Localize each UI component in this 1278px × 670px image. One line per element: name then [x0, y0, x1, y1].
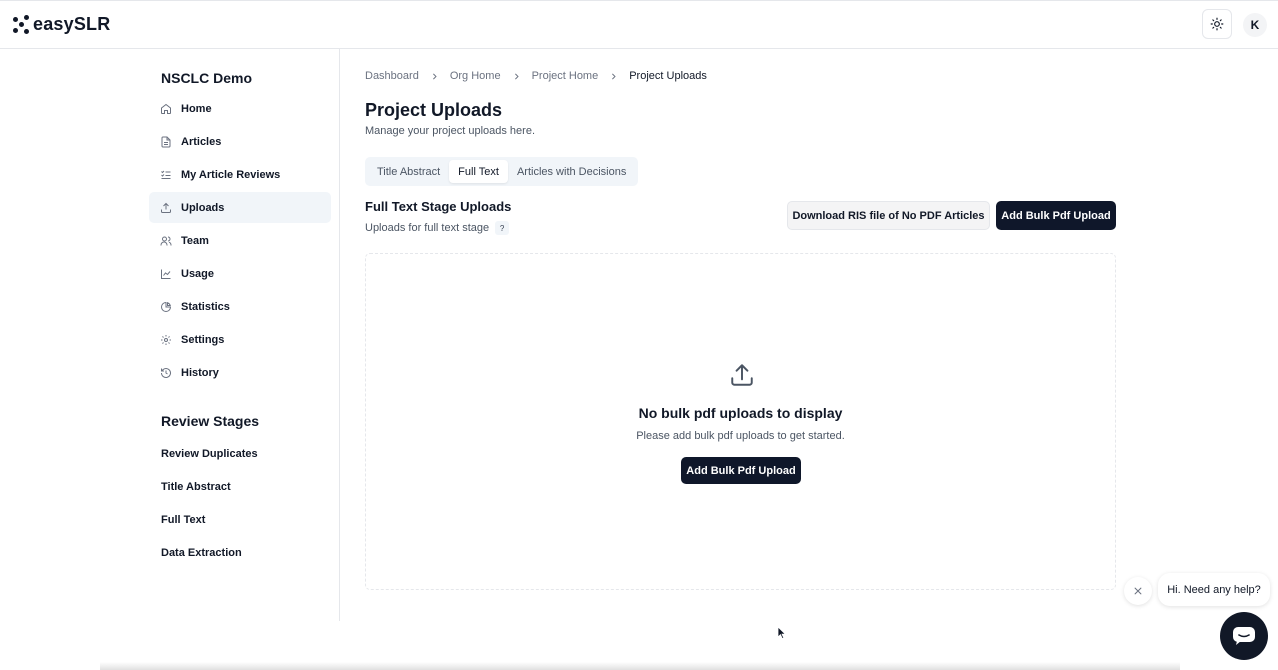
stage-tabs: Title Abstract Full Text Articles with D…	[365, 157, 639, 186]
sidebar-item-label: Articles	[181, 135, 222, 148]
sidebar-item-label: Usage	[181, 267, 215, 280]
page-subtitle: Manage your project uploads here.	[365, 125, 535, 137]
sidebar-item-team[interactable]: Team	[149, 225, 331, 256]
upload-icon	[160, 202, 172, 214]
stage-review-duplicates[interactable]: Review Duplicates	[161, 437, 258, 470]
chat-greeting-bubble[interactable]: Hi. Need any help?	[1158, 573, 1270, 606]
tab-full-text[interactable]: Full Text	[449, 160, 508, 183]
breadcrumb: Dashboard Org Home Project Home Project …	[365, 70, 707, 82]
top-bar: easySLR K	[0, 0, 1278, 49]
line-chart-icon	[160, 268, 172, 280]
chevron-right-icon	[430, 72, 439, 81]
sidebar-item-statistics[interactable]: Statistics	[149, 291, 331, 322]
section-title: Full Text Stage Uploads	[365, 199, 512, 214]
sidebar-item-usage[interactable]: Usage	[149, 258, 331, 289]
chevron-right-icon	[609, 72, 618, 81]
sidebar-item-history[interactable]: History	[149, 357, 331, 388]
upload-icon	[729, 362, 755, 388]
section-subtitle: Uploads for full text stage ?	[365, 221, 510, 235]
sidebar-item-my-article-reviews[interactable]: My Article Reviews	[149, 159, 331, 190]
empty-state-subtitle: Please add bulk pdf uploads to get start…	[636, 430, 845, 442]
breadcrumb-dashboard[interactable]: Dashboard	[365, 70, 419, 82]
app-logo[interactable]: easySLR	[13, 14, 110, 35]
home-icon	[160, 103, 172, 115]
logo-text: easySLR	[33, 14, 111, 34]
sidebar-item-label: Home	[181, 102, 212, 115]
sidebar-item-label: Settings	[181, 333, 225, 346]
stage-title-abstract[interactable]: Title Abstract	[161, 470, 258, 503]
review-stages-list: Review Duplicates Title Abstract Full Te…	[161, 437, 258, 569]
help-icon[interactable]: ?	[495, 221, 510, 235]
list-check-icon	[160, 169, 172, 181]
tab-articles-with-decisions[interactable]: Articles with Decisions	[508, 160, 635, 183]
sidebar-item-settings[interactable]: Settings	[149, 324, 331, 355]
user-avatar[interactable]: K	[1243, 13, 1267, 37]
tab-title-abstract[interactable]: Title Abstract	[368, 160, 449, 183]
sidebar-item-label: Team	[181, 234, 209, 247]
chevron-right-icon	[512, 72, 521, 81]
breadcrumb-current: Project Uploads	[629, 70, 707, 82]
history-icon	[160, 367, 172, 379]
gear-icon	[160, 334, 172, 346]
review-stages-title: Review Stages	[161, 413, 260, 429]
uploads-empty-state: No bulk pdf uploads to display Please ad…	[365, 253, 1116, 590]
chat-close-button[interactable]	[1124, 577, 1152, 605]
stage-full-text[interactable]: Full Text	[161, 503, 258, 536]
pie-chart-icon	[160, 301, 172, 313]
sidebar-item-label: Uploads	[181, 201, 225, 214]
add-bulk-pdf-upload-button[interactable]: Add Bulk Pdf Upload	[996, 201, 1116, 230]
project-name: NSCLC Demo	[161, 70, 253, 86]
sidebar-item-home[interactable]: Home	[149, 93, 331, 124]
close-icon	[1134, 587, 1142, 595]
sidebar-item-articles[interactable]: Articles	[149, 126, 331, 157]
chat-launcher-button[interactable]	[1220, 612, 1268, 660]
users-icon	[160, 235, 172, 247]
sun-icon	[1210, 17, 1224, 31]
theme-toggle-button[interactable]	[1202, 9, 1232, 39]
stage-data-extraction[interactable]: Data Extraction	[161, 536, 258, 569]
sidebar-item-label: My Article Reviews	[181, 168, 281, 181]
section-subtitle-text: Uploads for full text stage	[365, 222, 490, 234]
sidebar-item-label: Statistics	[181, 300, 230, 313]
sidebar: NSCLC Demo Home Articles My Article Revi…	[0, 49, 340, 621]
mouse-cursor-icon	[777, 626, 787, 640]
empty-state-title: No bulk pdf uploads to display	[638, 405, 843, 421]
page-title: Project Uploads	[365, 100, 503, 120]
breadcrumb-project-home[interactable]: Project Home	[532, 70, 599, 82]
empty-state-add-upload-button[interactable]: Add Bulk Pdf Upload	[681, 457, 801, 484]
breadcrumb-org-home[interactable]: Org Home	[450, 70, 501, 82]
sidebar-item-label: History	[181, 366, 219, 379]
bottom-shadow	[100, 662, 1180, 670]
document-icon	[160, 136, 172, 148]
download-ris-button[interactable]: Download RIS file of No PDF Articles	[787, 201, 990, 230]
sidebar-nav: Home Articles My Article Reviews Uploads…	[149, 93, 331, 390]
chat-icon	[1233, 627, 1255, 645]
sidebar-item-uploads[interactable]: Uploads	[149, 192, 331, 223]
logo-icon	[13, 14, 29, 35]
